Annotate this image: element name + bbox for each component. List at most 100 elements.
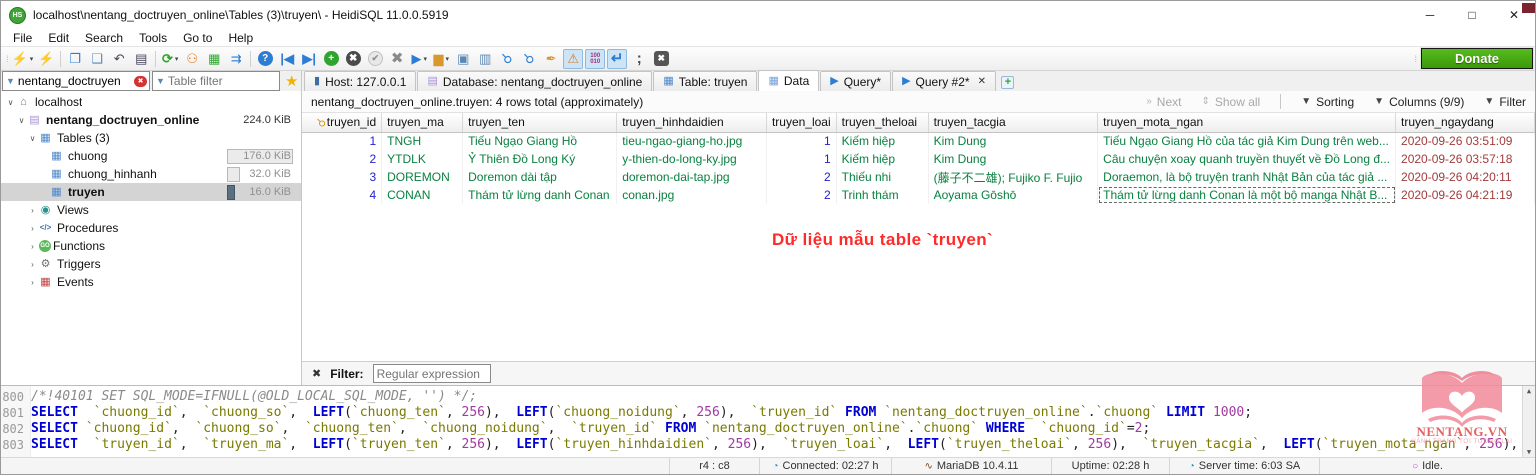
cell[interactable]: 2 bbox=[302, 150, 382, 168]
scroll-down-icon[interactable]: ▼ bbox=[1527, 448, 1531, 456]
first-record-button[interactable]: |◀ bbox=[277, 49, 297, 69]
last-record-button[interactable]: ▶| bbox=[299, 49, 319, 69]
save-as-button[interactable]: ▥ bbox=[475, 49, 495, 69]
cell[interactable]: tieu-ngao-giang-ho.jpg bbox=[617, 132, 767, 150]
cell[interactable]: Thiếu nhi bbox=[836, 168, 928, 186]
menu-edit[interactable]: Edit bbox=[40, 31, 77, 45]
clear-filter-icon[interactable]: ✖ bbox=[134, 76, 147, 87]
tab-query2[interactable]: ▶Query #2*✕ bbox=[892, 71, 996, 91]
dropdown-arrow-icon[interactable]: ▾ bbox=[445, 55, 449, 63]
run-query-button[interactable]: ▶▾ bbox=[409, 49, 429, 69]
tree-item-nentang-doctruyen-online[interactable]: ∨▤nentang_doctruyen_online224.0 KiB bbox=[1, 111, 301, 129]
sorting-button[interactable]: ▼Sorting bbox=[1301, 95, 1354, 109]
expand-arrow-icon[interactable]: › bbox=[27, 260, 38, 269]
tab-table[interactable]: ▦Table: truyen bbox=[653, 71, 757, 91]
cell[interactable]: 1 bbox=[766, 132, 836, 150]
cell[interactable]: doremon-dai-tap.jpg bbox=[617, 168, 767, 186]
cell[interactable]: 3 bbox=[302, 168, 382, 186]
save-button[interactable]: ▣ bbox=[453, 49, 473, 69]
cell[interactable]: DOREMON bbox=[382, 168, 463, 186]
column-header-truyen_ten[interactable]: truyen_ten bbox=[463, 113, 617, 132]
menu-search[interactable]: Search bbox=[77, 31, 131, 45]
menu-help[interactable]: Help bbox=[220, 31, 261, 45]
cell[interactable]: Aoyama Gōshō bbox=[928, 186, 1098, 204]
toolbar-grip[interactable]: ⁞ bbox=[6, 54, 7, 64]
tree-item-localhost[interactable]: ∨⌂localhost bbox=[1, 93, 301, 111]
database-filter-input[interactable] bbox=[18, 74, 134, 88]
cell[interactable]: y-thien-do-long-ky.jpg bbox=[617, 150, 767, 168]
cell[interactable]: 2 bbox=[766, 168, 836, 186]
cell[interactable]: 2020-09-26 03:51:09 bbox=[1396, 132, 1535, 150]
cell[interactable]: Kim Dung bbox=[928, 150, 1098, 168]
print-button[interactable]: ▤ bbox=[131, 49, 151, 69]
cell[interactable]: Kiếm hiệp bbox=[836, 150, 928, 168]
copy-button[interactable]: ❐ bbox=[65, 49, 85, 69]
cell[interactable]: Kim Dung bbox=[928, 132, 1098, 150]
expand-arrow-icon[interactable]: › bbox=[27, 224, 38, 233]
cell[interactable]: CONAN bbox=[382, 186, 463, 204]
tree-item-truyen[interactable]: ▦truyen16.0 KiB bbox=[1, 183, 301, 201]
close-tab-icon[interactable]: ✕ bbox=[978, 76, 986, 87]
column-header-truyen_mota_ngan[interactable]: truyen_mota_ngan bbox=[1098, 113, 1396, 132]
paste-button[interactable]: ❑ bbox=[87, 49, 107, 69]
dropdown-arrow-icon[interactable]: ▾ bbox=[30, 55, 34, 63]
cell[interactable]: 1 bbox=[302, 132, 382, 150]
cell[interactable]: Thám tử lừng danh Conan là một bộ manga … bbox=[1098, 186, 1396, 204]
binary-view-toggle[interactable]: 100 010 bbox=[585, 49, 605, 69]
tab-database[interactable]: ▤Database: nentang_doctruyen_online bbox=[417, 71, 652, 91]
column-header-truyen_theloai[interactable]: truyen_theloai bbox=[836, 113, 928, 132]
cell[interactable]: Doremon dài tập bbox=[463, 168, 617, 186]
refresh-button[interactable]: ⟳▾ bbox=[160, 49, 180, 69]
expand-arrow-icon[interactable]: ∨ bbox=[27, 134, 38, 143]
cell[interactable]: Thám tử lừng danh Conan bbox=[463, 186, 617, 204]
expand-arrow-icon[interactable]: ∨ bbox=[5, 98, 16, 107]
sql-line[interactable]: 800/*!40101 SET SQL_MODE=IFNULL(@OLD_LOC… bbox=[1, 389, 1535, 405]
cell[interactable]: TNGH bbox=[382, 132, 463, 150]
semicolon-button[interactable]: ; bbox=[629, 49, 649, 69]
bulk-edit-button[interactable]: ⇉ bbox=[226, 49, 246, 69]
cell[interactable]: 2020-09-26 03:57:18 bbox=[1396, 150, 1535, 168]
tree-item-events[interactable]: ›▦Events bbox=[1, 273, 301, 291]
new-query-tab-button[interactable]: + bbox=[997, 73, 1019, 91]
cell[interactable]: Tiếu Ngạo Giang Hồ bbox=[463, 132, 617, 150]
user-manager-button[interactable]: ⚇ bbox=[182, 49, 202, 69]
disconnect-button[interactable]: ⚡ bbox=[36, 49, 56, 69]
menu-file[interactable]: File bbox=[5, 31, 40, 45]
tab-host[interactable]: ▮Host: 127.0.0.1 bbox=[304, 71, 416, 91]
regex-filter-input[interactable] bbox=[373, 364, 491, 383]
connect-button[interactable]: ⚡▾ bbox=[11, 49, 35, 69]
cell[interactable]: YTDLK bbox=[382, 150, 463, 168]
tree-item-chuong[interactable]: ▦chuong176.0 KiB bbox=[1, 147, 301, 165]
column-header-truyen_id[interactable]: ⚲truyen_id bbox=[302, 113, 382, 132]
tree-item-chuong-hinhanh[interactable]: ▦chuong_hinhanh32.0 KiB bbox=[1, 165, 301, 183]
expand-arrow-icon[interactable]: ∨ bbox=[16, 116, 27, 125]
cell[interactable]: 2020-09-26 04:20:11 bbox=[1396, 168, 1535, 186]
cell[interactable]: 2 bbox=[766, 186, 836, 204]
reformat-button[interactable]: ✒ bbox=[541, 49, 561, 69]
cell[interactable]: 2020-09-26 04:21:19 bbox=[1396, 186, 1535, 204]
tab-query[interactable]: ▶Query* bbox=[820, 71, 891, 91]
sql-scrollbar[interactable]: ▲ ▼ bbox=[1522, 386, 1535, 457]
tree-item-views[interactable]: ›◉Views bbox=[1, 201, 301, 219]
close-filter-icon[interactable]: ✖ bbox=[312, 367, 321, 380]
insert-record-button[interactable]: + bbox=[321, 49, 341, 69]
discard-changes-button[interactable]: ✖ bbox=[387, 49, 407, 69]
find-again-button[interactable]: ⚲ bbox=[519, 49, 539, 69]
expand-arrow-icon[interactable]: › bbox=[27, 278, 38, 287]
filter-button[interactable]: ▼Filter bbox=[1484, 95, 1526, 109]
stop-button[interactable]: ✖ bbox=[651, 49, 671, 69]
menu-go-to[interactable]: Go to bbox=[175, 31, 220, 45]
scroll-up-icon[interactable]: ▲ bbox=[1527, 387, 1531, 395]
maximize-button[interactable]: □ bbox=[1451, 1, 1493, 29]
cell[interactable]: Câu chuyện xoay quanh truyền thuyết về Đ… bbox=[1098, 150, 1396, 168]
column-header-truyen_ma[interactable]: truyen_ma bbox=[382, 113, 463, 132]
tree-item-triggers[interactable]: ›⚙Triggers bbox=[1, 255, 301, 273]
expand-arrow-icon[interactable]: › bbox=[27, 206, 38, 215]
expand-arrow-icon[interactable]: › bbox=[27, 242, 38, 251]
tab-data[interactable]: ▦Data bbox=[758, 70, 819, 91]
sql-line[interactable]: 801SELECT `chuong_id`, `chuong_so`, LEFT… bbox=[1, 405, 1535, 421]
cell[interactable]: Tiếu Ngạo Giang Hồ của tác giả Kim Dung … bbox=[1098, 132, 1396, 150]
warn-highlight-toggle[interactable]: ⚠ bbox=[563, 49, 583, 69]
cell[interactable]: 1 bbox=[766, 150, 836, 168]
tree-item-procedures[interactable]: ›</>Procedures bbox=[1, 219, 301, 237]
